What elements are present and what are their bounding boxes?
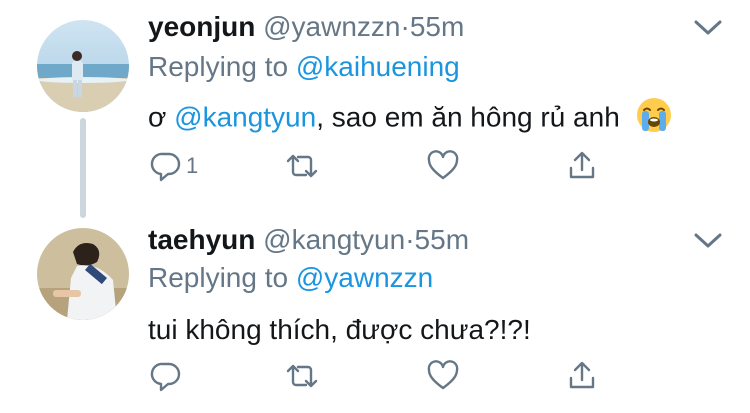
reply-button[interactable]: 1 <box>150 148 198 184</box>
replying-to-line: Replying to @yawnzzn <box>148 261 433 295</box>
separator-dot: · <box>405 224 415 255</box>
retweet-icon <box>284 360 320 392</box>
more-options-chevron-icon[interactable] <box>692 16 724 40</box>
retweet-button[interactable] <box>284 148 320 184</box>
action-bar: 1 <box>150 148 610 184</box>
timestamp[interactable]: 55m <box>415 224 469 255</box>
retweet-button[interactable] <box>284 358 320 394</box>
replying-to-line: Replying to @kaihuening <box>148 50 460 84</box>
like-icon <box>426 360 460 392</box>
retweet-icon <box>284 150 320 182</box>
replying-to-label: Replying to <box>148 262 296 293</box>
tweet-text-rest: , sao em ăn hông rủ anh <box>316 101 620 133</box>
tweet-taehyun[interactable]: taehyun @kangtyun·55m Replying to @yawnz… <box>0 215 750 413</box>
more-options-chevron-icon[interactable] <box>692 229 724 253</box>
separator-dot: · <box>400 11 410 42</box>
share-icon <box>566 150 598 182</box>
avatar-taehyun[interactable] <box>37 228 129 320</box>
tweet-text: ơ @kangtyun, sao em ăn hông rủ anh <box>148 97 672 141</box>
reply-count: 1 <box>186 153 199 178</box>
loudly-crying-face-emoji-icon <box>636 97 672 141</box>
replying-to-label: Replying to <box>148 51 296 82</box>
reply-icon <box>150 360 182 392</box>
like-button[interactable] <box>426 358 460 394</box>
tweet-yeonjun[interactable]: yeonjun @yawnzzn·55m Replying to @kaihue… <box>0 0 750 218</box>
replying-to-mention[interactable]: @kaihuening <box>296 51 460 82</box>
like-button[interactable] <box>426 148 460 184</box>
share-icon <box>566 360 598 392</box>
like-icon <box>426 150 460 182</box>
tweet-text-prefix: ơ <box>148 101 175 133</box>
tweet-mention[interactable]: @kangtyun <box>174 101 316 132</box>
action-bar <box>150 358 610 394</box>
tweet-text: tui không thích, được chưa?!?! <box>148 314 531 345</box>
display-name[interactable]: taehyun <box>148 224 255 255</box>
display-name[interactable]: yeonjun <box>148 11 255 42</box>
tweet-header: taehyun @kangtyun·55m <box>148 223 469 257</box>
user-handle[interactable]: @kangtyun <box>263 224 405 255</box>
thread-connector-line <box>80 118 86 218</box>
replying-to-mention[interactable]: @yawnzzn <box>296 262 433 293</box>
share-button[interactable] <box>566 148 598 184</box>
user-handle[interactable]: @yawnzzn <box>263 11 400 42</box>
tweet-header: yeonjun @yawnzzn·55m <box>148 10 464 44</box>
reply-button[interactable] <box>150 358 182 394</box>
avatar-yeonjun[interactable] <box>37 20 129 112</box>
share-button[interactable] <box>566 358 598 394</box>
reply-icon <box>150 150 182 182</box>
timestamp[interactable]: 55m <box>410 11 464 42</box>
